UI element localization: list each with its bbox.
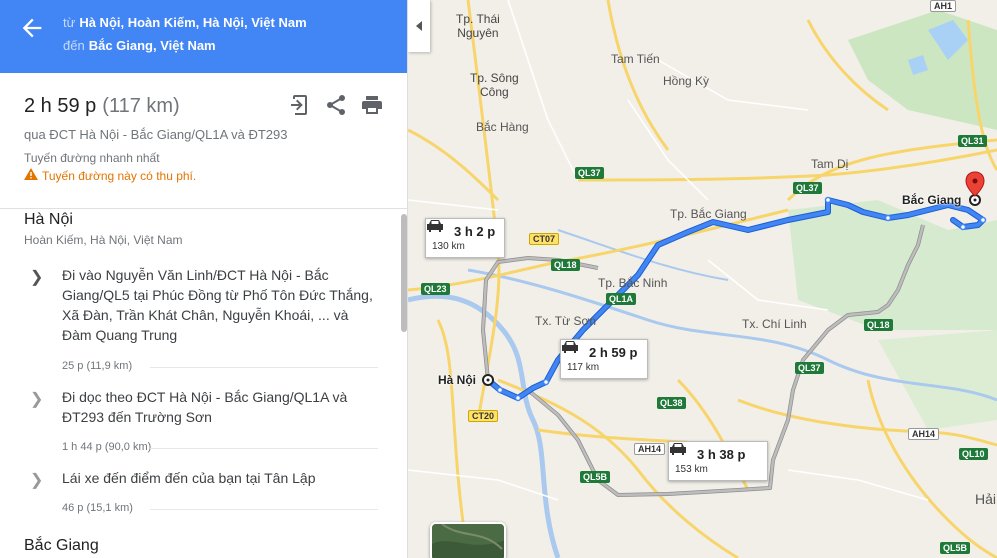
road-shield: QL31: [958, 135, 987, 147]
toll-warning: Tuyến đường này có thu phí.: [24, 168, 196, 183]
place-label: Tam Tiến: [611, 52, 660, 66]
collapse-panel-button[interactable]: [408, 0, 430, 52]
step-meta: 1 h 44 p (90,0 km): [62, 441, 152, 453]
destination-text: Bắc Giang, Việt Nam: [88, 38, 216, 53]
step-divider: [150, 448, 378, 449]
place-label: Hải: [975, 491, 997, 507]
place-label: Tp. Bắc Ninh: [598, 276, 668, 290]
satellite-thumbnail: [432, 524, 504, 558]
chevron-right-icon: ❯: [30, 391, 44, 408]
from-prefix: từ: [63, 15, 76, 30]
route-time: 2 h 59 p: [589, 345, 638, 360]
duration-text: 2 h 59 p: [24, 95, 97, 117]
car-icon: [562, 341, 578, 353]
alt-route-callout[interactable]: 3 h 2 p 130 km: [425, 218, 505, 258]
step-text: Lái xe đến điểm đến của bạn tại Tân Lập: [62, 470, 316, 486]
warning-icon: [24, 168, 38, 183]
route-time: 3 h 38 p: [697, 447, 746, 462]
origin-subtitle: Hoàn Kiếm, Hà Nội, Việt Nam: [24, 233, 183, 247]
place-label: Hồng Kỳ: [663, 74, 710, 88]
road-shield: QL5B: [940, 542, 971, 554]
road-shield: QL5B: [580, 471, 611, 483]
caret-left-icon: [416, 21, 422, 31]
directions-panel: từ Hà Nội, Hoàn Kiếm, Hà Nội, Việt Nam đế…: [0, 0, 408, 558]
route-time: 3 h 2 p: [454, 224, 496, 239]
place-label: Tx. Từ Sơn: [535, 314, 597, 328]
route-distance: 117 km: [567, 362, 600, 373]
arrow-back-icon: [22, 18, 42, 38]
road-shield: AH14: [908, 428, 940, 440]
destination-title: Bắc Giang: [24, 537, 99, 554]
share-icon: [327, 95, 345, 115]
route-via: qua ĐCT Hà Nội - Bắc Giang/QL1A và ĐT293: [24, 127, 288, 142]
send-to-device-button[interactable]: [288, 93, 312, 117]
road-shield: AH1: [930, 0, 957, 12]
step-text: Đi vào Nguyễn Văn Linh/ĐCT Hà Nội - Bắc …: [62, 267, 373, 343]
car-icon: [427, 220, 443, 232]
place-label: Bắc Hàng: [476, 120, 529, 134]
route-duration: 2 h 59 p (117 km): [24, 95, 180, 118]
maps-directions-app: từ Hà Nội, Hoàn Kiếm, Hà Nội, Việt Nam đế…: [0, 0, 997, 558]
route-summary: 2 h 59 p (117 km) qua ĐCT Hà Nội - Bắc Gi…: [0, 73, 407, 209]
step-divider: [150, 367, 378, 368]
direction-step[interactable]: ❯ Đi dọc theo ĐCT Hà Nội - Bắc Giang/QL1…: [0, 387, 400, 457]
print-icon: [362, 96, 382, 114]
direction-step[interactable]: ❯ Lái xe đến điểm đến của bạn tại Tân Lậ…: [0, 468, 400, 528]
road-shield: CT07: [529, 233, 560, 245]
step-text: Đi dọc theo ĐCT Hà Nội - Bắc Giang/QL1A …: [62, 389, 348, 425]
directions-steps: Hà Nội Hoàn Kiếm, Hà Nội, Việt Nam ❯ Đi …: [0, 209, 400, 558]
road-shield: QL37: [575, 167, 604, 179]
selected-route-callout[interactable]: 2 h 59 p 117 km: [560, 339, 648, 379]
place-label: Tp. Sông Công: [470, 71, 519, 99]
to-prefix: đến: [63, 38, 85, 53]
share-button[interactable]: [324, 93, 348, 117]
scrollbar[interactable]: [401, 214, 407, 332]
road-shield: QL38: [657, 397, 686, 409]
route-distance: 153 km: [675, 464, 708, 475]
road-shield: QL10: [959, 448, 988, 460]
map-canvas[interactable]: Tp. Thái Nguyên Tam Tiến Hồng Kỳ Tp. Sông…: [408, 0, 997, 558]
chevron-right-icon: ❯: [30, 269, 44, 286]
step-divider: [150, 509, 378, 510]
road-shield: QL18: [551, 259, 580, 271]
road-shield: QL18: [864, 319, 893, 331]
step-meta: 46 p (15,1 km): [62, 502, 133, 514]
place-label: Tp. Thái Nguyên: [456, 12, 500, 40]
road-shield: QL1A: [606, 293, 637, 305]
place-label: Tx. Chí Linh: [742, 317, 807, 331]
route-fastest-note: Tuyến đường nhanh nhất: [24, 151, 160, 165]
place-label: Tp. Bắc Giang: [670, 207, 747, 221]
alt-route-callout[interactable]: 3 h 38 p 153 km: [668, 441, 768, 481]
chevron-right-icon: ❯: [30, 472, 44, 489]
route-destination[interactable]: đến Bắc Giang, Việt Nam: [63, 38, 216, 53]
direction-step[interactable]: ❯ Đi vào Nguyễn Văn Linh/ĐCT Hà Nội - Bắ…: [0, 265, 400, 375]
car-icon: [670, 443, 686, 455]
back-button[interactable]: [18, 14, 46, 42]
route-header: từ Hà Nội, Hoàn Kiếm, Hà Nội, Việt Nam đế…: [0, 0, 407, 73]
origin-map-label: Hà Nội: [438, 373, 477, 387]
toll-warning-text: Tuyến đường này có thu phí.: [42, 169, 197, 183]
step-meta: 25 p (11,9 km): [62, 360, 133, 372]
print-button[interactable]: [360, 93, 384, 117]
origin-title: Hà Nội: [24, 211, 73, 228]
destination-map-label: Bắc Giang: [902, 193, 962, 207]
distance-text: (117 km): [102, 95, 180, 117]
route-distance: 130 km: [432, 241, 465, 252]
road-shield: QL23: [421, 283, 450, 295]
road-shield: CT20: [468, 410, 499, 422]
road-shield: QL37: [793, 182, 822, 194]
origin-text: Hà Nội, Hoàn Kiếm, Hà Nội, Việt Nam: [79, 15, 307, 30]
road-shield: QL37: [795, 362, 824, 374]
satellite-layer-toggle[interactable]: [430, 522, 506, 558]
place-label: Tam Dị: [811, 157, 849, 171]
road-shield: AH14: [634, 443, 666, 455]
send-to-device-icon: [291, 95, 307, 115]
route-origin[interactable]: từ Hà Nội, Hoàn Kiếm, Hà Nội, Việt Nam: [63, 15, 307, 30]
